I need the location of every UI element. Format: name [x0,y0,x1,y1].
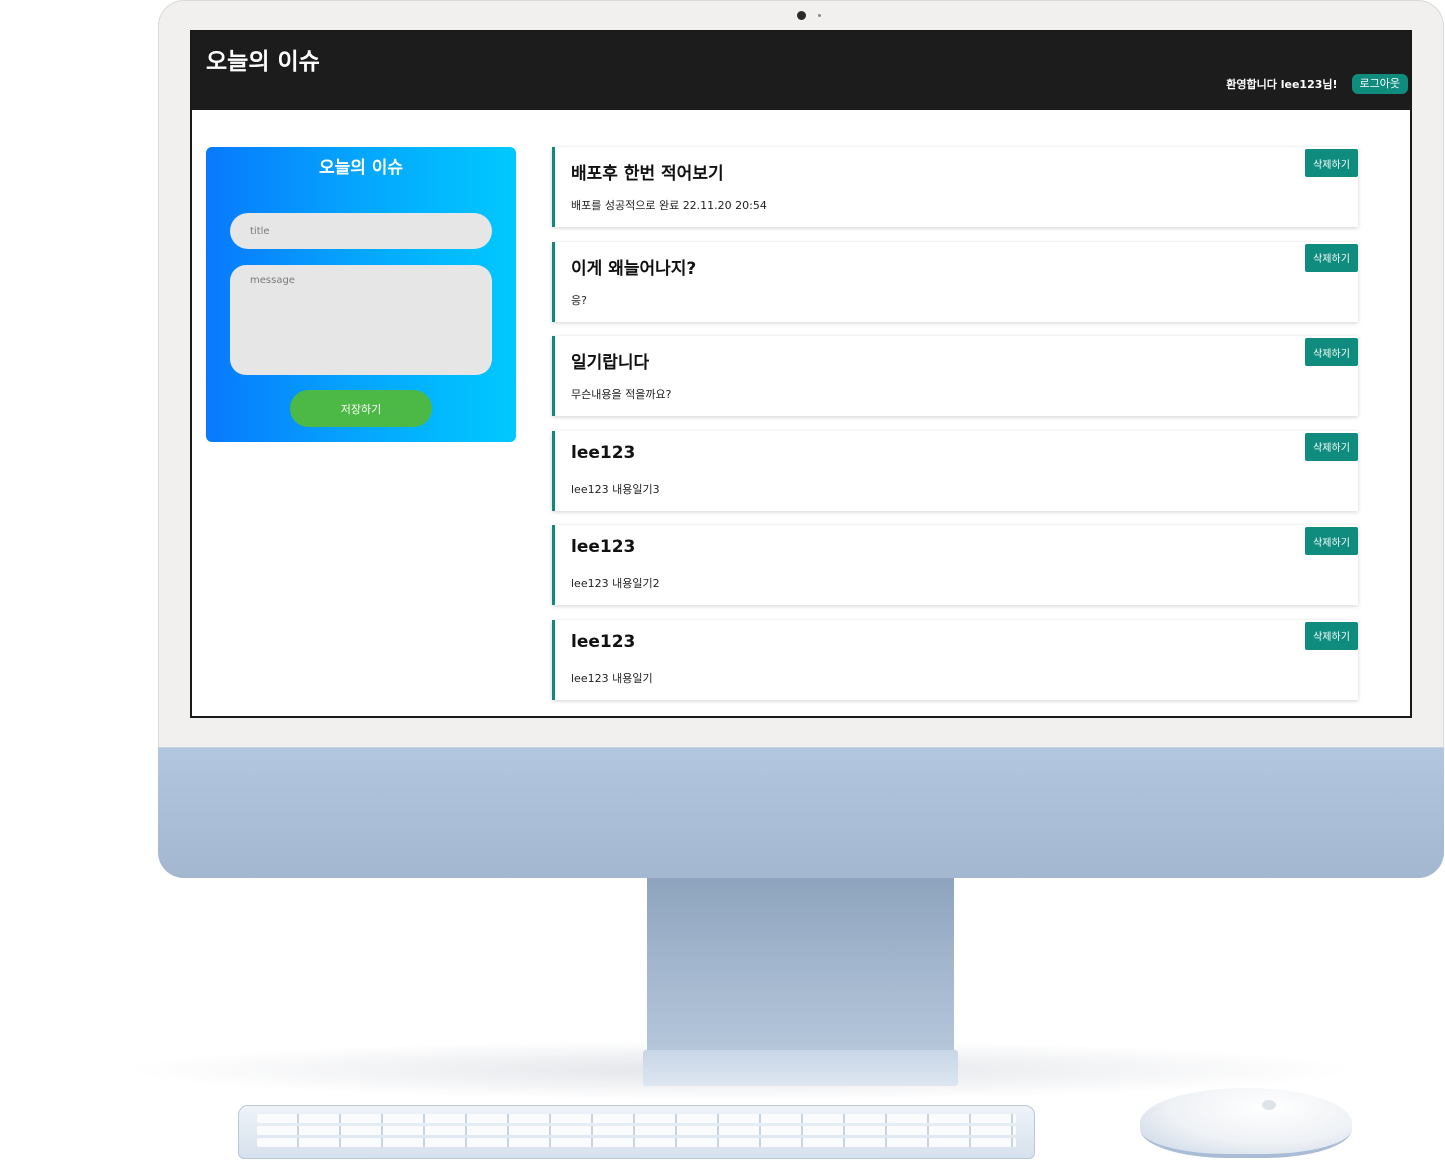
title-input[interactable] [230,213,492,249]
delete-button[interactable]: 삭제하기 [1305,527,1358,556]
screen: 오늘의 이슈 환영합니다 lee123님! 로그아웃 오늘의 이슈 저장하기 배… [192,32,1410,716]
message-input[interactable] [230,265,492,375]
imac-chin [158,747,1444,878]
post-card: 배포후 한번 적어보기 배포를 성공적으로 완료 22.11.20 20:54 … [552,147,1358,227]
post-message: lee123 내용일기3 [571,482,660,496]
post-card: 일기랍니다 무슨내용을 적을까요? 삭제하기 [552,336,1358,417]
delete-button[interactable]: 삭제하기 [1305,338,1358,367]
post-message: 응? [571,293,587,307]
post-message: 무슨내용을 적을까요? [571,388,672,402]
logout-button[interactable]: 로그아웃 [1351,74,1408,94]
apple-logo-icon [1262,1100,1276,1110]
camera-icon [797,11,806,20]
imac-stand-base [643,1050,958,1086]
form-title: 오늘의 이슈 [318,158,404,178]
welcome-text: 환영합니다 lee123님! [1226,78,1338,91]
post-card: lee123 lee123 내용일기 삭제하기 [552,619,1358,700]
delete-button[interactable]: 삭제하기 [1305,621,1358,650]
delete-button[interactable]: 삭제하기 [1305,432,1358,461]
new-post-form: 오늘의 이슈 저장하기 [206,147,516,442]
post-list: 배포후 한번 적어보기 배포를 성공적으로 완료 22.11.20 20:54 … [552,147,1358,715]
camera-led-icon [818,14,821,17]
post-title: 일기랍니다 [571,353,650,374]
post-title: 배포후 한번 적어보기 [571,164,724,184]
page-title: 오늘의 이슈 [206,49,320,75]
keyboard-row [257,1126,1016,1135]
imac-stand [647,878,954,1056]
post-message: lee123 내용일기 [571,671,653,685]
post-title: lee123 [571,631,636,652]
post-card: 이게 왜늘어나지? 응? 삭제하기 [552,241,1358,322]
post-title: 이게 왜늘어나지? [571,258,697,279]
user-area: 환영합니다 lee123님! 로그아웃 [1226,74,1408,94]
post-message: 배포를 성공적으로 완료 22.11.20 20:54 [571,199,767,212]
delete-button[interactable]: 삭제하기 [1305,243,1358,272]
post-card: lee123 lee123 내용일기2 삭제하기 [552,525,1358,606]
post-message: lee123 내용일기2 [571,577,660,591]
delete-button[interactable]: 삭제하기 [1305,149,1358,177]
save-button[interactable]: 저장하기 [290,390,432,427]
app-header: 오늘의 이슈 환영합니다 lee123님! 로그아웃 [192,32,1410,110]
keyboard-row [257,1114,1016,1123]
post-title: lee123 [571,442,636,463]
post-card: lee123 lee123 내용일기3 삭제하기 [552,430,1358,511]
mouse [1140,1088,1352,1158]
keyboard-row [257,1138,1016,1147]
keyboard [238,1105,1035,1159]
post-title: lee123 [571,537,636,558]
